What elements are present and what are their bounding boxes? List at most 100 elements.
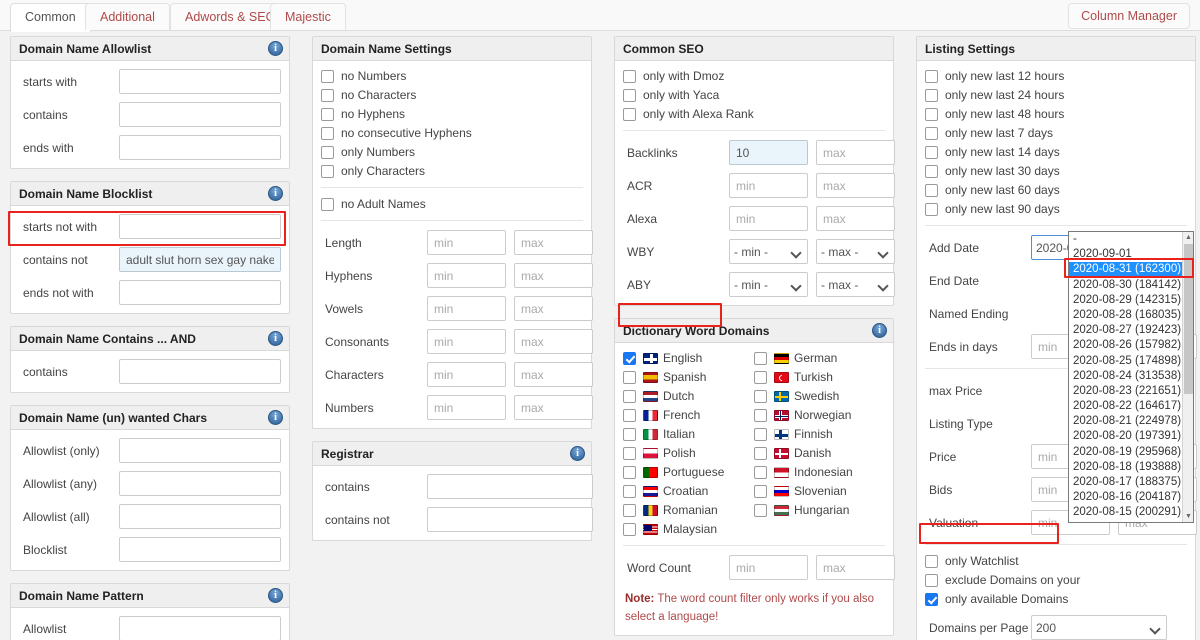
language-checkbox-portuguese[interactable]: Portuguese <box>623 465 754 479</box>
dropdown-scrollbar[interactable]: ▲ ▼ <box>1182 232 1193 522</box>
language-checkbox-norwegian[interactable]: Norwegian <box>754 408 885 422</box>
checkbox-box[interactable] <box>925 126 938 140</box>
checkbox-box[interactable] <box>925 554 938 568</box>
tab-common[interactable]: Common <box>10 3 91 32</box>
info-icon[interactable]: i <box>268 186 283 201</box>
dropdown-option[interactable]: 2020-08-29 (142315) <box>1069 293 1182 308</box>
language-checkbox-finnish[interactable]: Finnish <box>754 427 885 441</box>
language-checkbox-italian[interactable]: Italian <box>623 427 754 441</box>
checkbox-box[interactable] <box>925 573 938 587</box>
checkbox-box[interactable] <box>754 389 767 403</box>
input-word-count-max[interactable] <box>816 555 895 580</box>
info-icon[interactable]: i <box>268 588 283 603</box>
checkbox-box[interactable] <box>754 351 767 365</box>
tab-additional[interactable]: Additional <box>85 3 170 30</box>
checkbox-box[interactable] <box>925 88 938 102</box>
checkbox-only-numbers[interactable]: only Numbers <box>321 145 583 159</box>
dropdown-option[interactable]: 2020-09-01 <box>1069 247 1182 262</box>
checkbox-box[interactable] <box>925 592 938 606</box>
checkbox-only-new-last-14-days[interactable]: only new last 14 days <box>925 145 1187 159</box>
checkbox-box[interactable] <box>623 370 636 384</box>
info-icon[interactable]: i <box>268 410 283 425</box>
input-starts-not-with[interactable] <box>119 214 281 239</box>
checkbox-box[interactable] <box>623 484 636 498</box>
checkbox-box[interactable] <box>754 465 767 479</box>
info-icon[interactable]: i <box>268 41 283 56</box>
checkbox-no-numbers[interactable]: no Numbers <box>321 69 583 83</box>
dropdown-option[interactable]: 2020-08-23 (221651) <box>1069 384 1182 399</box>
select-aby-min[interactable]: - min - <box>729 272 808 297</box>
checkbox-no-consecutive-hyphens[interactable]: no consecutive Hyphens <box>321 126 583 140</box>
checkbox-only-with-dmoz[interactable]: only with Dmoz <box>623 69 885 83</box>
checkbox-box[interactable] <box>623 107 636 121</box>
checkbox-only-new-last-60-days[interactable]: only new last 60 days <box>925 183 1187 197</box>
checkbox-box[interactable] <box>321 164 334 178</box>
input-characters-max[interactable] <box>514 362 593 387</box>
checkbox-no-adult-names[interactable]: no Adult Names <box>321 197 583 211</box>
input-acr-max[interactable] <box>816 173 895 198</box>
input-backlinks-min[interactable] <box>729 140 808 165</box>
input-vowels-max[interactable] <box>514 296 593 321</box>
checkbox-box[interactable] <box>623 88 636 102</box>
input-alexa-min[interactable] <box>729 206 808 231</box>
dropdown-option[interactable]: 2020-08-26 (157982) <box>1069 338 1182 353</box>
input-vowels-min[interactable] <box>427 296 506 321</box>
dropdown-option[interactable]: 2020-08-16 (204187) <box>1069 490 1182 505</box>
select-wby-min[interactable]: - min - <box>729 239 808 264</box>
input-allowlist-all[interactable] <box>119 504 281 529</box>
input-contains-and[interactable] <box>119 359 281 384</box>
input-allowlist-only[interactable] <box>119 438 281 463</box>
input-acr-min[interactable] <box>729 173 808 198</box>
language-checkbox-spanish[interactable]: Spanish <box>623 370 754 384</box>
dropdown-option[interactable]: 2020-08-28 (168035) <box>1069 308 1182 323</box>
checkbox-only-new-last-90-days[interactable]: only new last 90 days <box>925 202 1187 216</box>
dropdown-option[interactable]: 2020-08-14 (263028) <box>1069 521 1182 523</box>
checkbox-no-hyphens[interactable]: no Hyphens <box>321 107 583 121</box>
checkbox-box[interactable] <box>623 446 636 460</box>
checkbox-box[interactable] <box>925 107 938 121</box>
input-length-min[interactable] <box>427 230 506 255</box>
select-domains-per-page[interactable]: 200 <box>1031 615 1167 640</box>
input-starts-with[interactable] <box>119 69 281 94</box>
language-checkbox-turkish[interactable]: Turkish <box>754 370 885 384</box>
input-consonants-min[interactable] <box>427 329 506 354</box>
checkbox-box[interactable] <box>925 183 938 197</box>
checkbox-only-new-last-30-days[interactable]: only new last 30 days <box>925 164 1187 178</box>
input-backlinks-max[interactable] <box>816 140 895 165</box>
checkbox-box[interactable] <box>623 503 636 517</box>
dropdown-option[interactable]: 2020-08-17 (188375) <box>1069 475 1182 490</box>
dropdown-option[interactable]: 2020-08-18 (193888) <box>1069 460 1182 475</box>
tab-majestic[interactable]: Majestic <box>270 3 346 30</box>
checkbox-no-characters[interactable]: no Characters <box>321 88 583 102</box>
language-checkbox-german[interactable]: German <box>754 351 885 365</box>
select-wby-max[interactable]: - max - <box>816 239 895 264</box>
input-pattern-allowlist[interactable] <box>119 616 281 640</box>
checkbox-only-new-last-24-hours[interactable]: only new last 24 hours <box>925 88 1187 102</box>
checkbox-only-watchlist[interactable]: only Watchlist <box>925 554 1187 568</box>
input-word-count-min[interactable] <box>729 555 808 580</box>
dropdown-option[interactable]: 2020-08-30 (184142) <box>1069 278 1182 293</box>
add-date-dropdown-list[interactable]: -2020-09-01 2020-08-31 (162300) 2020-08-30… <box>1068 231 1194 523</box>
info-icon[interactable]: i <box>268 331 283 346</box>
checkbox-only-characters[interactable]: only Characters <box>321 164 583 178</box>
dropdown-option[interactable]: - <box>1069 232 1182 247</box>
dropdown-option[interactable]: 2020-08-22 (164617) <box>1069 399 1182 414</box>
input-chars-blocklist[interactable] <box>119 537 281 562</box>
language-checkbox-polish[interactable]: Polish <box>623 446 754 460</box>
info-icon[interactable]: i <box>570 446 585 461</box>
checkbox-exclude-domains[interactable]: exclude Domains on your <box>925 573 1187 587</box>
checkbox-box[interactable] <box>321 107 334 121</box>
checkbox-box[interactable] <box>925 69 938 83</box>
input-alexa-max[interactable] <box>816 206 895 231</box>
checkbox-only-new-last-48-hours[interactable]: only new last 48 hours <box>925 107 1187 121</box>
checkbox-box[interactable] <box>623 427 636 441</box>
language-checkbox-malaysian[interactable]: Malaysian <box>623 522 754 536</box>
language-checkbox-swedish[interactable]: Swedish <box>754 389 885 403</box>
checkbox-box[interactable] <box>321 69 334 83</box>
dropdown-option[interactable]: 2020-08-21 (224978) <box>1069 414 1182 429</box>
input-contains[interactable] <box>119 102 281 127</box>
checkbox-box[interactable] <box>623 351 636 365</box>
checkbox-box[interactable] <box>754 484 767 498</box>
input-hyphens-min[interactable] <box>427 263 506 288</box>
checkbox-only-with-alexa-rank[interactable]: only with Alexa Rank <box>623 107 885 121</box>
